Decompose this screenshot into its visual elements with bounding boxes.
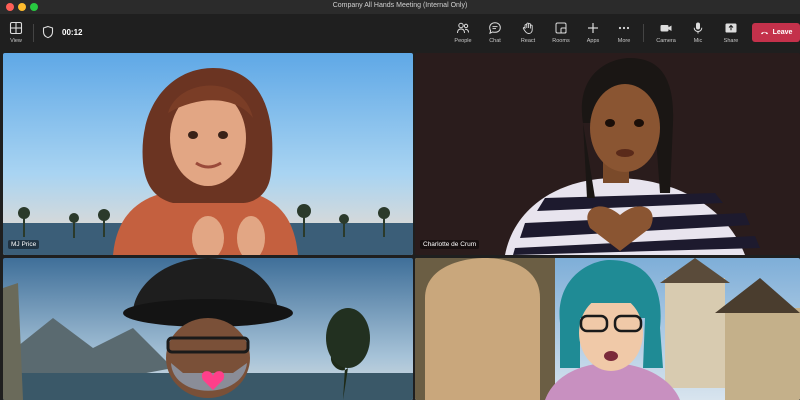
- avatar-video-feed: [415, 53, 800, 255]
- mic-icon: [690, 20, 706, 36]
- mic-label: Mic: [693, 38, 703, 44]
- timer-text: 00:12: [62, 27, 83, 37]
- more-label: More: [617, 38, 631, 44]
- toolbar-divider: [33, 24, 34, 42]
- view-label: View: [10, 38, 22, 44]
- mic-button[interactable]: Mic: [686, 14, 710, 50]
- meeting-timer: 00:12: [40, 24, 82, 40]
- participant-name: MJ Price: [8, 240, 40, 249]
- rooms-label: Rooms: [552, 38, 570, 44]
- participant-name: Charlotte de Crum: [420, 240, 480, 249]
- react-button[interactable]: React: [514, 14, 542, 50]
- hang-up-icon: [760, 28, 769, 37]
- chat-icon: [487, 20, 503, 36]
- camera-icon: [658, 20, 674, 36]
- share-button[interactable]: Share: [716, 14, 746, 50]
- video-tile-mj-price[interactable]: MJ Price: [3, 53, 413, 255]
- rooms-button[interactable]: Rooms: [546, 14, 576, 50]
- people-button[interactable]: People: [450, 14, 476, 50]
- grid-view-icon: [8, 20, 24, 36]
- video-tile-participant-3[interactable]: [3, 258, 413, 400]
- plus-icon: [585, 20, 601, 36]
- people-icon: [455, 20, 471, 36]
- more-dots-icon: [616, 20, 632, 36]
- people-label: People: [454, 38, 472, 44]
- video-tile-participant-4[interactable]: [415, 258, 800, 400]
- camera-label: Camera: [656, 38, 676, 44]
- react-label: React: [520, 38, 536, 44]
- window-title: Company All Hands Meeting (Internal Only…: [332, 2, 468, 9]
- avatar-video-feed: [415, 258, 800, 400]
- view-button[interactable]: View: [2, 14, 30, 50]
- share-icon: [723, 20, 739, 36]
- share-label: Share: [723, 38, 739, 44]
- react-hand-icon: [520, 20, 536, 36]
- meeting-toolbar: View 00:12 People Chat React Rooms Apps …: [0, 14, 800, 50]
- title-bar: Company All Hands Meeting (Internal Only…: [0, 0, 800, 14]
- toolbar-divider: [643, 24, 644, 42]
- camera-button[interactable]: Camera: [650, 14, 682, 50]
- chat-label: Chat: [489, 38, 501, 44]
- apps-button[interactable]: Apps: [580, 14, 606, 50]
- avatar-video-feed: [3, 258, 413, 400]
- leave-label: Leave: [772, 29, 793, 36]
- rooms-icon: [553, 20, 569, 36]
- avatar-video-feed: [3, 53, 413, 255]
- more-button[interactable]: More: [611, 14, 637, 50]
- leave-button[interactable]: Leave: [752, 23, 800, 42]
- chat-button[interactable]: Chat: [482, 14, 508, 50]
- video-tile-charlotte-de-crum[interactable]: Charlotte de Crum: [415, 53, 800, 255]
- shield-icon: [40, 24, 56, 40]
- apps-label: Apps: [586, 38, 600, 44]
